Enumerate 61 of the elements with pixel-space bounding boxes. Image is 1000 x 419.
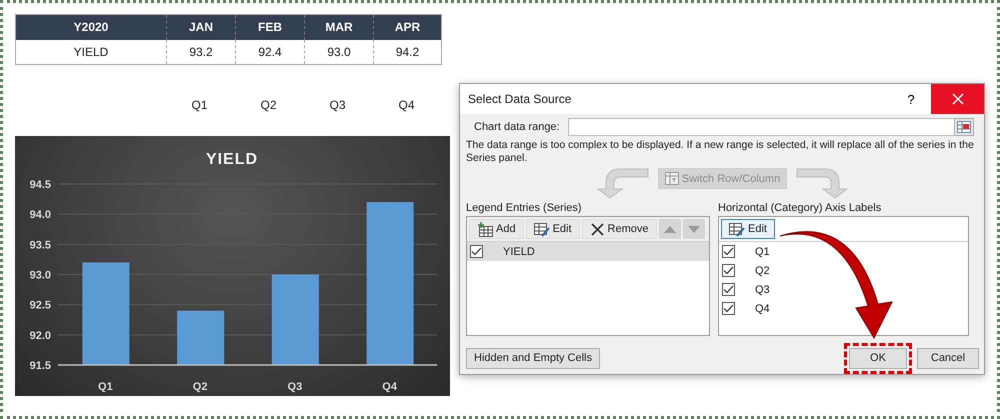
category-label: Q4 [382, 381, 397, 393]
down-triangle-icon [688, 226, 700, 232]
column-header: APR [373, 15, 441, 40]
category-label: Q3 [288, 381, 302, 393]
close-icon [952, 93, 964, 105]
series-item[interactable]: YIELD [467, 242, 709, 261]
toolbar-button[interactable]: Add [469, 219, 524, 239]
checkbox[interactable] [722, 283, 735, 296]
category-label: Q1 [98, 381, 113, 393]
checkbox[interactable] [470, 245, 483, 258]
axis-tick-label: 92.5 [30, 300, 51, 312]
cell-label: Q3 [329, 98, 346, 112]
axis-label-item[interactable]: Q1 [719, 242, 968, 261]
toolbar-button[interactable]: Edit [526, 219, 580, 239]
column-header: FEB [235, 15, 304, 40]
axis-tick-label: 94.0 [30, 209, 51, 222]
cell-label: Q4 [398, 98, 414, 112]
column-header: MAR [304, 15, 373, 40]
range-picker-button[interactable] [954, 118, 974, 136]
edit-table-icon [729, 222, 745, 236]
category-label: Q2 [192, 381, 208, 393]
ok-button[interactable]: OK [849, 348, 907, 368]
section-label: Horizontal (Category) Axis Labels [718, 202, 882, 215]
toolbar-button[interactable]: Remove [582, 219, 657, 239]
axis-tick-label: 94.5 [30, 179, 51, 191]
table-icon [664, 172, 679, 185]
column-header: JAN [166, 15, 235, 40]
help-button[interactable]: ? [891, 84, 931, 114]
axis-tick-label: 93.0 [30, 270, 51, 282]
message-text: The data range is too complex to be displayed. If a new range is selected, it will replace all of the series in the Series panel. [466, 139, 974, 165]
table-cell: 93.2 [166, 40, 235, 64]
cell-label: Q2 [260, 98, 276, 112]
curved-arrow-icon [780, 231, 892, 338]
section-label: Legend Entries (Series) [466, 202, 583, 215]
axis-tick-label: 92.0 [30, 330, 51, 342]
chart-title: YIELD [206, 151, 258, 168]
axis-tick-label: 93.5 [30, 239, 51, 252]
axis-label-item[interactable]: Q3 [719, 280, 968, 299]
add-table-icon [477, 222, 493, 236]
x-icon [590, 222, 605, 236]
range-field[interactable] [568, 118, 955, 136]
table-cell: 92.4 [235, 40, 304, 64]
up-triangle-icon [664, 226, 676, 232]
window-title: Select Data Source [467, 92, 572, 106]
table-cell: 93.0 [304, 40, 373, 64]
checkbox[interactable] [722, 264, 735, 277]
axis-label-item[interactable]: Q4 [719, 299, 968, 318]
cell-label: Q1 [191, 98, 208, 112]
edit-button[interactable]: Edit [721, 219, 775, 239]
edit-table-icon [534, 222, 550, 236]
column-header: Y2020 [16, 15, 166, 40]
checkbox[interactable] [722, 302, 735, 315]
bar [177, 310, 224, 365]
field-label: Chart data range: [474, 121, 560, 133]
axis-tick-label: 91.5 [30, 360, 51, 372]
hidden-empty-cells-button[interactable]: Hidden and Empty Cells [466, 348, 600, 368]
cancel-button[interactable]: Cancel [917, 348, 979, 368]
checkbox[interactable] [722, 245, 735, 258]
table-cell-text: YIELD [72, 44, 110, 61]
table-cell: 94.2 [373, 40, 441, 64]
axis-label-item[interactable]: Q2 [719, 261, 968, 280]
